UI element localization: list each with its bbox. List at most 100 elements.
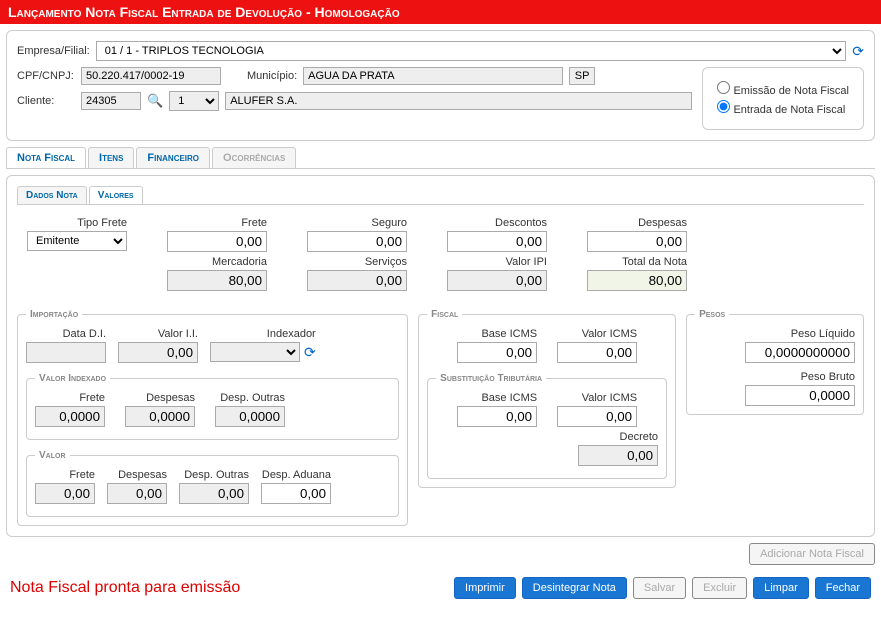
tipofrete-select[interactable]: Emitente: [27, 231, 127, 251]
pesoliq-input[interactable]: [745, 342, 855, 363]
vi-despesas-label: Despesas: [146, 392, 195, 404]
valorii-label: Valor I.I.: [158, 328, 198, 340]
excluir-button: Excluir: [692, 577, 747, 599]
despesas-input[interactable]: [587, 231, 687, 252]
fiscal-fieldset: Fiscal Base ICMS Valor ICMS Substituição…: [418, 309, 676, 488]
main-tabs: Nota Fiscal Itens Financeiro Ocorrências: [6, 147, 875, 169]
vi-frete-label: Frete: [79, 392, 105, 404]
valor-fieldset: Valor Frete Despesas Desp. Outras Desp. …: [26, 450, 399, 517]
v-despesas-label: Despesas: [118, 469, 167, 481]
s-baseicms-label: Base ICMS: [481, 392, 537, 404]
cliente-code-input[interactable]: [81, 92, 141, 110]
valor-indexado-fieldset: Valor Indexado Frete Despesas Desp. Outr…: [26, 373, 399, 440]
status-message: Nota Fiscal pronta para emissão: [10, 579, 448, 597]
valorii-input: [118, 342, 198, 363]
refresh-indexador-icon[interactable]: ⟳: [304, 344, 316, 361]
uf-input: [569, 67, 595, 85]
s-valoricms-input[interactable]: [557, 406, 637, 427]
indexador-label: Indexador: [267, 328, 316, 340]
subst-legend: Substituição Tributária: [436, 373, 546, 384]
valoricms-input[interactable]: [557, 342, 637, 363]
nota-fiscal-panel: Dados Nota Valores Tipo Frete Emitente F…: [6, 175, 875, 537]
frete-input[interactable]: [167, 231, 267, 252]
radio-entrada[interactable]: Entrada de Nota Fiscal: [717, 100, 849, 116]
refresh-empresa-icon[interactable]: ⟳: [852, 43, 864, 60]
pesos-fieldset: Pesos Peso Líquido Peso Bruto: [686, 309, 864, 415]
valor-indexado-legend: Valor Indexado: [35, 373, 110, 384]
empresa-label: Empresa/Filial:: [17, 45, 90, 57]
imprimir-button[interactable]: Imprimir: [454, 577, 516, 599]
sub-tabs: Dados Nota Valores: [17, 186, 864, 205]
vi-frete-input: [35, 406, 105, 427]
importacao-legend: Importação: [26, 309, 82, 320]
desintegrar-button[interactable]: Desintegrar Nota: [522, 577, 627, 599]
empresa-select[interactable]: 01 / 1 - TRIPLOS TECNOLOGIA: [96, 41, 847, 61]
seguro-label: Seguro: [372, 217, 407, 229]
valoripi-input: [447, 270, 547, 291]
footer-bar: Nota Fiscal pronta para emissão Imprimir…: [0, 571, 881, 605]
cpf-input[interactable]: [81, 67, 221, 85]
pesos-legend: Pesos: [695, 309, 729, 320]
limpar-button[interactable]: Limpar: [753, 577, 809, 599]
v-despaduana-input[interactable]: [261, 483, 331, 504]
tipofrete-label: Tipo Frete: [77, 217, 127, 229]
totalnota-label: Total da Nota: [622, 256, 687, 268]
pesoliq-label: Peso Líquido: [791, 328, 855, 340]
v-frete-label: Frete: [69, 469, 95, 481]
indexador-select[interactable]: [210, 342, 300, 362]
municipio-label: Município:: [247, 70, 297, 82]
vi-despesas-input: [125, 406, 195, 427]
search-cliente-icon[interactable]: 🔍: [147, 93, 163, 109]
subtab-dados-nota[interactable]: Dados Nota: [17, 186, 87, 204]
page-title: Lançamento Nota Fiscal Entrada de Devolu…: [0, 0, 881, 24]
mercadoria-input: [167, 270, 267, 291]
header-panel: Empresa/Filial: 01 / 1 - TRIPLOS TECNOLO…: [6, 30, 875, 141]
importacao-fieldset: Importação Data D.I. Valor I.I. Indexado…: [17, 309, 408, 526]
municipio-input: [303, 67, 563, 85]
descontos-label: Descontos: [495, 217, 547, 229]
cliente-seq-select[interactable]: 1: [169, 91, 219, 111]
v-despesas-input: [107, 483, 167, 504]
pesobruto-input[interactable]: [745, 385, 855, 406]
valoricms-label: Valor ICMS: [582, 328, 637, 340]
tab-itens[interactable]: Itens: [88, 147, 134, 168]
radio-emissao[interactable]: Emissão de Nota Fiscal: [717, 81, 849, 97]
fechar-button[interactable]: Fechar: [815, 577, 871, 599]
v-despaduana-label: Desp. Aduana: [262, 469, 331, 481]
subtab-valores[interactable]: Valores: [89, 186, 143, 204]
servicos-input: [307, 270, 407, 291]
frete-label: Frete: [241, 217, 267, 229]
totalnota-input: [587, 270, 687, 291]
s-baseicms-input[interactable]: [457, 406, 537, 427]
descontos-input[interactable]: [447, 231, 547, 252]
mercadoria-label: Mercadoria: [212, 256, 267, 268]
vi-despoutras-label: Desp. Outras: [220, 392, 285, 404]
tipo-nota-radiogroup: Emissão de Nota Fiscal Entrada de Nota F…: [702, 67, 864, 130]
valoripi-label: Valor IPI: [506, 256, 547, 268]
despesas-label: Despesas: [638, 217, 687, 229]
salvar-button: Salvar: [633, 577, 686, 599]
seguro-input[interactable]: [307, 231, 407, 252]
fiscal-legend: Fiscal: [427, 309, 462, 320]
datadi-label: Data D.I.: [63, 328, 106, 340]
cpf-label: CPF/CNPJ:: [17, 70, 75, 82]
v-frete-input: [35, 483, 95, 504]
decreto-label: Decreto: [620, 431, 659, 443]
baseicms-input[interactable]: [457, 342, 537, 363]
v-despoutras-input: [179, 483, 249, 504]
vi-despoutras-input: [215, 406, 285, 427]
baseicms-label: Base ICMS: [481, 328, 537, 340]
s-valoricms-label: Valor ICMS: [582, 392, 637, 404]
tab-nota-fiscal[interactable]: Nota Fiscal: [6, 147, 86, 168]
cliente-label: Cliente:: [17, 95, 75, 107]
subst-fieldset: Substituição Tributária Base ICMS Valor …: [427, 373, 667, 479]
valor-legend: Valor: [35, 450, 70, 461]
cliente-name-input: [225, 92, 692, 110]
decreto-input: [578, 445, 658, 466]
tab-ocorrencias: Ocorrências: [212, 147, 296, 168]
datadi-input: [26, 342, 106, 363]
adicionar-nota-button: Adicionar Nota Fiscal: [749, 543, 875, 565]
tab-financeiro[interactable]: Financeiro: [136, 147, 210, 168]
pesobruto-label: Peso Bruto: [801, 371, 855, 383]
servicos-label: Serviços: [365, 256, 407, 268]
